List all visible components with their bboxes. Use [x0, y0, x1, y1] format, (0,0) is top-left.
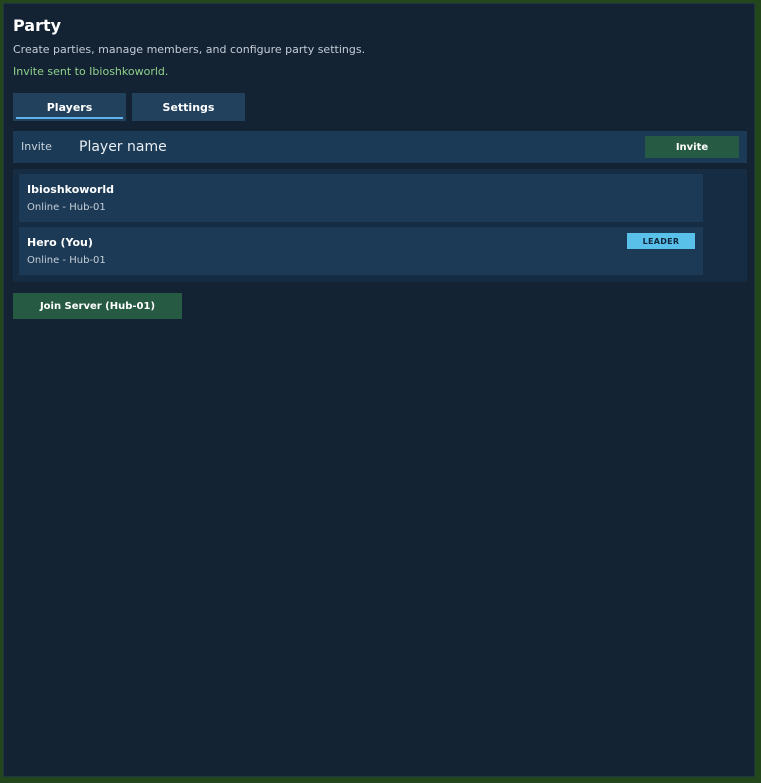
member-list: Ibioshkoworld Online - Hub-01 Hero (You)…: [13, 169, 747, 282]
active-tab-indicator: [16, 117, 123, 119]
tab-players-label: Players: [46, 100, 93, 114]
player-name-input[interactable]: [71, 134, 647, 160]
tab-settings[interactable]: Settings: [132, 93, 245, 121]
invite-button[interactable]: Invite: [645, 136, 739, 158]
page-title: Party: [13, 16, 62, 35]
member-row[interactable]: Ibioshkoworld Online - Hub-01: [19, 174, 703, 222]
member-status: Online - Hub-01: [27, 255, 106, 266]
member-status: Online - Hub-01: [27, 202, 106, 213]
member-name: Ibioshkoworld: [27, 183, 115, 196]
member-row[interactable]: Hero (You) Online - Hub-01 LEADER: [19, 227, 703, 275]
invite-label: Invite: [21, 140, 52, 153]
status-message: Invite sent to Ibioshkoworld.: [13, 65, 169, 78]
member-name: Hero (You): [27, 236, 93, 249]
party-window: Party Create parties, manage members, an…: [3, 3, 755, 777]
tab-settings-label: Settings: [162, 100, 215, 114]
invite-button-label: Invite: [675, 141, 709, 153]
leader-badge: LEADER: [627, 233, 695, 249]
invite-bar: Invite Invite: [13, 131, 747, 163]
join-server-button[interactable]: Join Server (Hub-01): [13, 293, 182, 319]
tab-players[interactable]: Players: [13, 93, 126, 121]
page-subtitle: Create parties, manage members, and conf…: [13, 43, 366, 56]
join-server-label: Join Server (Hub-01): [39, 300, 156, 312]
